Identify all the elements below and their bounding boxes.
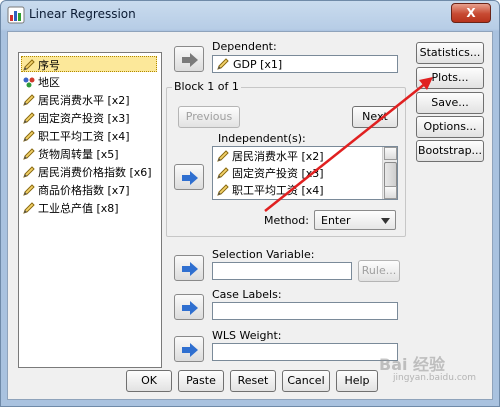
watermark: Bai 经验: [379, 355, 446, 374]
linear-regression-dialog: Linear Regression X 序号 地区 居民消费水平 [x2] 固定…: [0, 0, 500, 407]
annotation-arrow: [264, 77, 433, 212]
watermark-url: jingyan.baidu.com: [393, 373, 477, 383]
